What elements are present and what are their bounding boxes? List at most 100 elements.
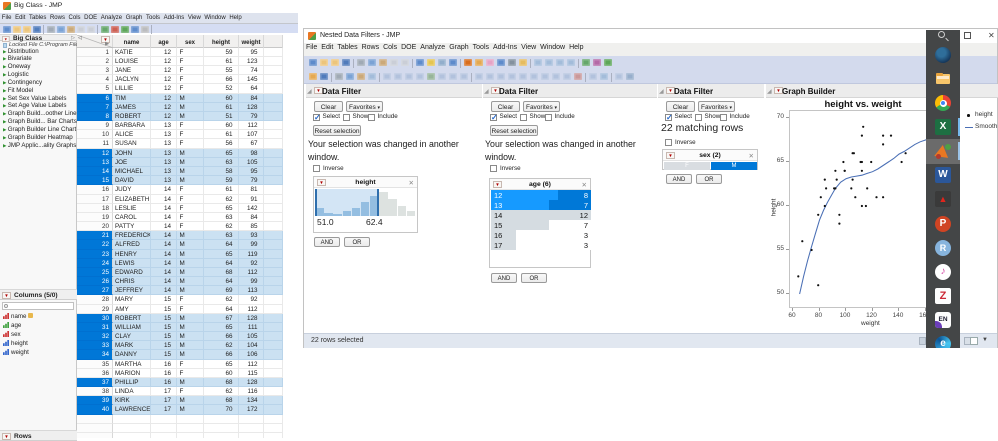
toolbar-icon[interactable] xyxy=(552,72,560,80)
table-cell[interactable]: 62 xyxy=(204,295,239,305)
table-cell[interactable]: 64 xyxy=(204,258,239,268)
table-cell[interactable] xyxy=(264,203,283,213)
table-cell[interactable] xyxy=(264,84,283,94)
taskbar-icon-jmp[interactable] xyxy=(926,139,960,163)
row-number-cell[interactable]: 15 xyxy=(77,176,113,186)
toolbar-icon[interactable] xyxy=(383,72,391,80)
table-cell[interactable] xyxy=(264,176,283,186)
table-cell[interactable]: 66 xyxy=(204,332,239,342)
table-cell[interactable]: 134 xyxy=(239,396,264,406)
table-cell[interactable]: 92 xyxy=(239,258,264,268)
table-cell[interactable]: 12 xyxy=(151,66,177,76)
toolbar-icon[interactable] xyxy=(626,72,634,80)
table-cell[interactable]: LILLIE xyxy=(113,84,151,94)
table-cell[interactable]: 99 xyxy=(239,277,264,287)
table-cell[interactable]: 116 xyxy=(239,387,264,397)
script-item-graph-builder-heatmap[interactable]: ▶ Graph Builder Heatmap xyxy=(3,134,77,142)
close-icon[interactable]: ✕ xyxy=(582,181,587,189)
toolbar-icon[interactable] xyxy=(534,58,542,66)
table-cell[interactable]: M xyxy=(177,111,204,122)
corner-right-arrow[interactable]: ▶ xyxy=(105,42,109,47)
toolbar-icon[interactable] xyxy=(567,58,575,66)
row-number-cell[interactable]: 31 xyxy=(77,322,113,333)
table-cell[interactable]: 14 xyxy=(151,240,177,250)
toolbar-icon[interactable] xyxy=(545,58,553,66)
table-cell[interactable]: 15 xyxy=(151,295,177,305)
table-cell[interactable]: MARY xyxy=(113,295,151,305)
table-cell[interactable]: 17 xyxy=(151,396,177,406)
table-cell[interactable]: M xyxy=(177,341,204,351)
table-cell[interactable] xyxy=(264,295,283,305)
table-cell[interactable] xyxy=(264,222,283,232)
table-cell[interactable] xyxy=(264,102,283,112)
row-number-cell[interactable]: 11 xyxy=(77,139,113,149)
table-cell[interactable]: HENRY xyxy=(113,249,151,259)
table-cell[interactable]: 12 xyxy=(151,93,177,103)
table-cell[interactable]: 104 xyxy=(239,341,264,351)
list-row-17[interactable]: 17 3 xyxy=(491,240,591,250)
table-cell[interactable]: 123 xyxy=(239,56,264,67)
toolbar-icon[interactable] xyxy=(368,72,376,80)
data-filter-header[interactable]: ◢ Data Filter xyxy=(658,84,764,98)
select-checkbox[interactable] xyxy=(665,113,673,122)
data-filter-header[interactable]: ◢ Data Filter xyxy=(483,84,657,98)
list-row-15[interactable]: 15 7 xyxy=(491,220,591,230)
table-cell[interactable]: 14 xyxy=(151,286,177,296)
menu-tools[interactable]: Tools xyxy=(144,13,162,21)
table-cell[interactable]: F xyxy=(177,66,204,76)
table-cell[interactable]: LINDA xyxy=(113,387,151,397)
column-item-weight[interactable]: weight xyxy=(3,349,77,358)
table-cell[interactable]: F xyxy=(177,212,204,222)
data-point[interactable] xyxy=(850,187,853,190)
taskbar-icon-acrobat[interactable]: ▲ xyxy=(926,187,960,211)
table-cell[interactable] xyxy=(264,359,283,369)
table-cell[interactable]: BARBARA xyxy=(113,121,151,131)
table-cell[interactable]: 64 xyxy=(204,304,239,314)
table-cell[interactable]: 55 xyxy=(204,66,239,76)
red-triangle-icon[interactable] xyxy=(2,433,11,440)
rows-panel-header[interactable]: Rows xyxy=(0,430,77,441)
table-cell[interactable]: 172 xyxy=(239,405,264,415)
script-item-graph-build-oother-line[interactable]: ▶ Graph Build...oother Line xyxy=(3,110,77,118)
table-cell[interactable]: DAVID xyxy=(113,176,151,186)
table-cell[interactable]: M xyxy=(177,258,204,268)
table-cell[interactable]: 66 xyxy=(204,350,239,360)
table-cell[interactable] xyxy=(204,414,239,424)
toolbar-icon[interactable] xyxy=(593,58,601,66)
toolbar-icon[interactable] xyxy=(427,72,435,80)
row-number-cell[interactable]: 33 xyxy=(77,341,113,351)
table-cell[interactable]: 15 xyxy=(151,322,177,333)
table-cell[interactable]: 62 xyxy=(204,194,239,204)
favorites-dropdown[interactable]: Favorites ▾ xyxy=(346,100,383,112)
row-number-cell[interactable]: 6 xyxy=(77,93,113,103)
table-cell[interactable]: M xyxy=(177,231,204,241)
taskbar-icon-word[interactable]: W xyxy=(926,163,960,187)
and-button[interactable]: AND xyxy=(666,174,692,184)
table-cell[interactable] xyxy=(264,423,283,433)
table-cell[interactable]: M xyxy=(177,102,204,112)
inverse-checkbox[interactable] xyxy=(665,138,672,146)
column-header-sex[interactable]: sex xyxy=(177,35,204,48)
toolbar-icon[interactable] xyxy=(67,25,75,33)
toolbar-icon[interactable] xyxy=(394,72,402,80)
row-number-cell[interactable]: 18 xyxy=(77,203,113,213)
toolbar-icon[interactable] xyxy=(475,72,483,80)
table-cell[interactable] xyxy=(264,387,283,397)
or-button[interactable]: OR xyxy=(521,273,547,283)
data-point[interactable] xyxy=(904,152,907,155)
columns-panel-header[interactable]: Columns (5/0) xyxy=(0,289,77,300)
and-button[interactable]: AND xyxy=(314,237,340,247)
table-cell[interactable]: M xyxy=(177,377,204,388)
toolbar-icon[interactable] xyxy=(449,72,457,80)
row-number-cell[interactable]: 34 xyxy=(77,350,113,360)
table-cell[interactable]: CHRIS xyxy=(113,277,151,287)
columns-search-box[interactable] xyxy=(2,302,74,310)
table-cell[interactable]: JUDY xyxy=(113,185,151,195)
table-cell[interactable] xyxy=(264,47,283,57)
table-cell[interactable]: 105 xyxy=(239,157,264,167)
menu-doe[interactable]: DOE xyxy=(399,43,418,51)
menu-graph[interactable]: Graph xyxy=(447,43,470,51)
row-number-cell[interactable] xyxy=(77,432,113,438)
script-item-fit-model[interactable]: ▶ Fit Model xyxy=(3,87,77,95)
table-cell[interactable]: 14 xyxy=(151,277,177,287)
